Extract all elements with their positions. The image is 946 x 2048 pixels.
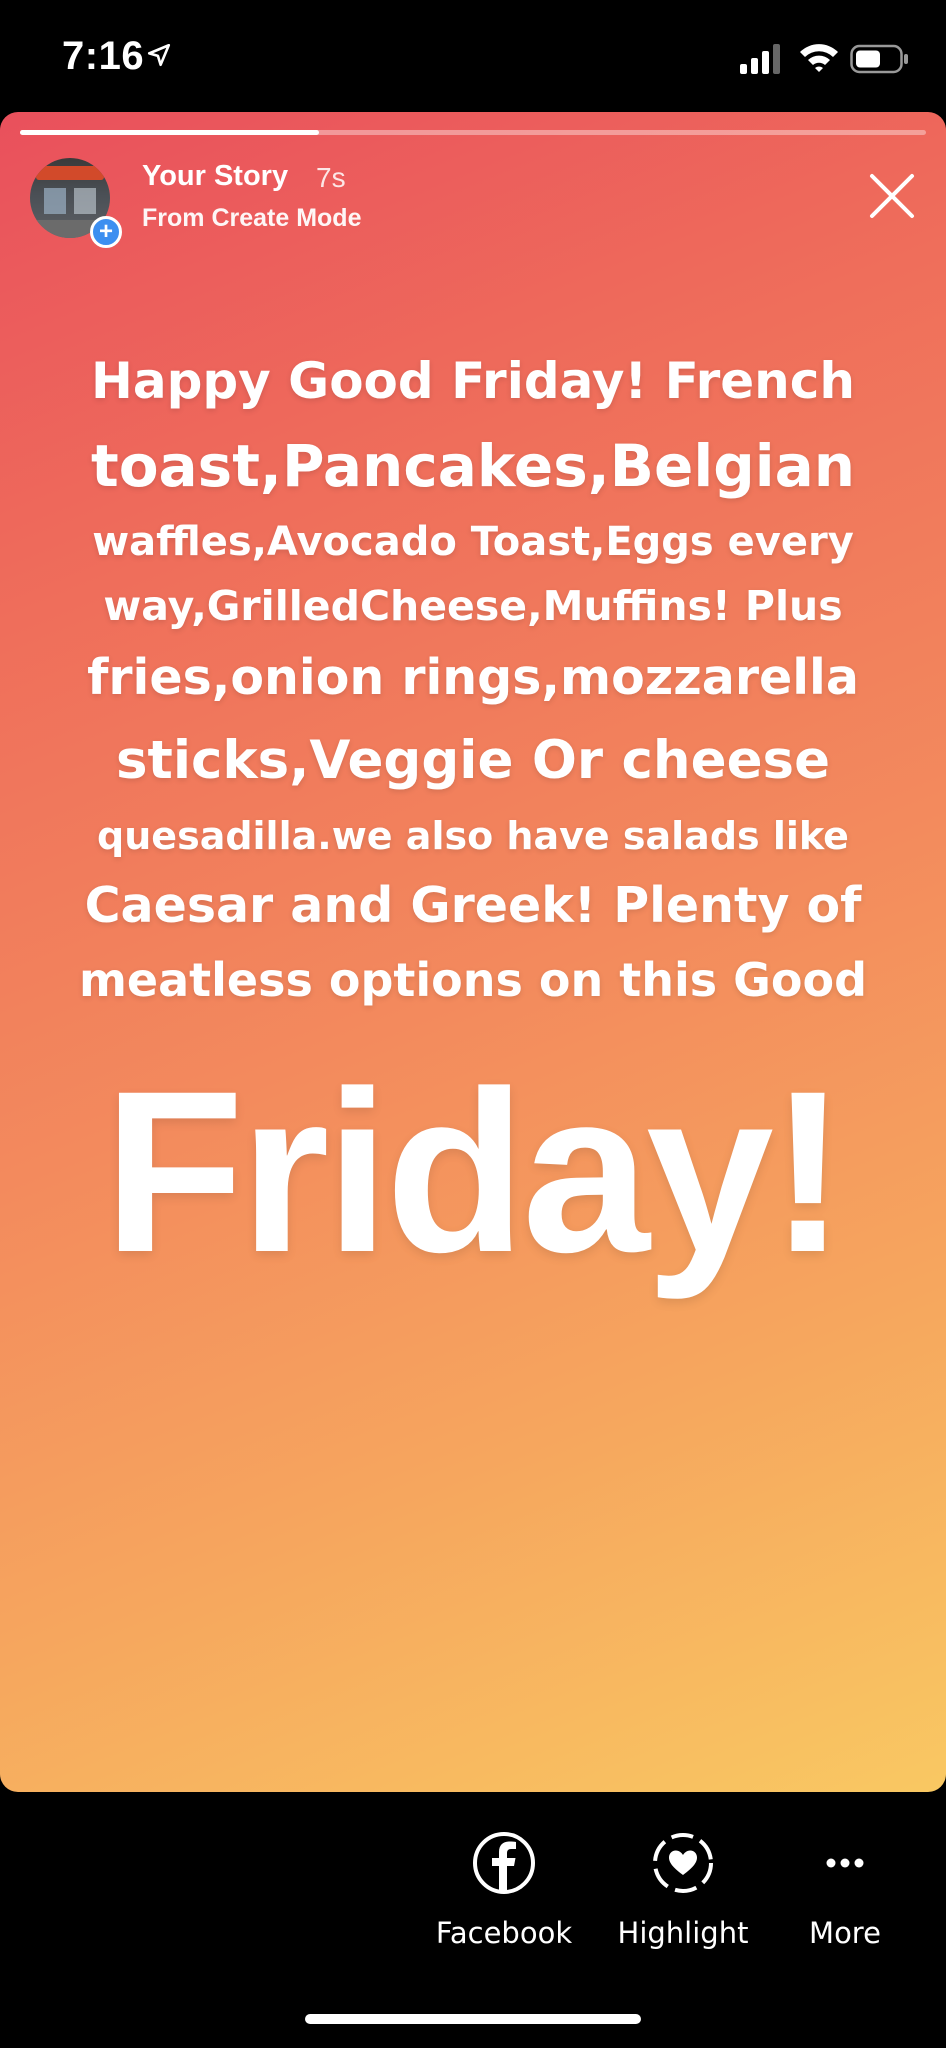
story-title[interactable]: Your Story — [142, 160, 288, 193]
signal-icon — [740, 44, 780, 74]
highlight-label: Highlight — [617, 1916, 749, 1950]
story-age: 7s — [316, 162, 346, 193]
story-progress-bar — [20, 130, 926, 135]
location-arrow-icon — [147, 43, 171, 67]
facebook-button[interactable]: Facebook — [430, 1830, 578, 1970]
story-text-line: meatless options on this Good — [78, 953, 868, 1007]
story-text-line: quesadilla.we also have salads like — [97, 814, 849, 858]
highlight-heart-icon — [653, 1833, 713, 1893]
story-subtitle: From Create Mode — [142, 204, 362, 232]
highlight-button[interactable]: Highlight — [610, 1830, 756, 1970]
more-button[interactable]: More — [790, 1830, 900, 1970]
battery-icon — [850, 44, 908, 74]
story-text-line: sticks,Veggie Or cheese — [115, 730, 831, 791]
story-text-line: fries,onion rings,mozzarella — [87, 649, 859, 706]
story-text-line: Caesar and Greek! Plenty of — [84, 877, 862, 934]
story-progress-fill — [20, 130, 319, 135]
phone-screen: 7:16 + Your Story 7s From Create Mode Ha… — [0, 0, 946, 2048]
more-label: More — [809, 1916, 881, 1950]
add-story-badge[interactable]: + — [90, 216, 122, 248]
story-text: Happy Good Friday! French toast,Pancakes… — [40, 340, 906, 1016]
facebook-icon — [473, 1832, 535, 1894]
story-card[interactable]: + Your Story 7s From Create Mode Happy G… — [0, 112, 946, 1792]
story-text-line: Happy Good Friday! French — [90, 352, 855, 410]
more-dots-icon — [826, 1858, 864, 1868]
story-text-line: toast,Pancakes,Belgian — [90, 432, 856, 500]
story-text-line: waffles,Avocado Toast,Eggs every — [92, 519, 854, 565]
close-icon[interactable] — [868, 172, 916, 220]
wifi-icon — [800, 44, 838, 72]
home-indicator[interactable] — [305, 2014, 641, 2024]
status-time: 7:16 — [62, 34, 145, 78]
story-text-line: way,GrilledCheese,Muffins! Plus — [103, 582, 843, 630]
story-headline-word: Friday! — [103, 1043, 847, 1300]
facebook-label: Facebook — [435, 1916, 573, 1950]
status-bar: 7:16 — [0, 0, 946, 110]
